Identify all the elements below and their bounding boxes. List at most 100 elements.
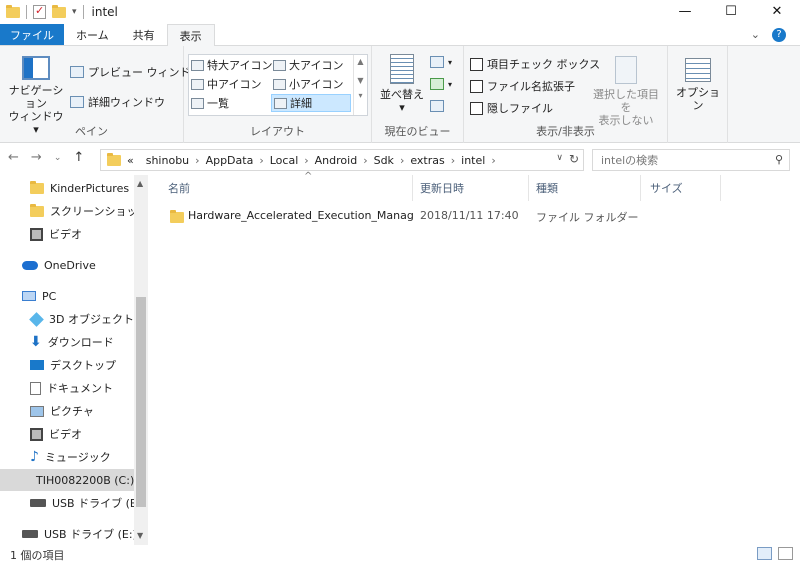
cloud-icon bbox=[22, 260, 38, 270]
new-folder-icon[interactable] bbox=[52, 4, 66, 18]
search-icon[interactable]: ⚲ bbox=[775, 153, 783, 166]
column-divider[interactable] bbox=[412, 175, 413, 201]
nav-item-onedrive[interactable]: OneDrive bbox=[22, 254, 96, 276]
large-icons-view-icon[interactable] bbox=[778, 547, 793, 560]
nav-item-3d-objects[interactable]: 3D オブジェクト bbox=[29, 308, 134, 330]
expand-gallery-icon[interactable]: ▾ bbox=[354, 91, 367, 100]
hidden-items-checkbox[interactable] bbox=[470, 101, 483, 115]
preview-pane-button[interactable]: プレビュー ウィンドウ bbox=[70, 64, 202, 80]
help-icon[interactable]: ? bbox=[772, 27, 786, 42]
size-columns-button[interactable] bbox=[430, 100, 444, 112]
nav-item-usb-drive-root[interactable]: USB ドライブ (E:) bbox=[22, 523, 137, 545]
nav-item-desktop[interactable]: デスクトップ bbox=[30, 354, 116, 376]
file-extensions-checkbox[interactable] bbox=[470, 79, 483, 93]
ribbon-tabs: ファイル ホーム 共有 表示 ⌄ ? bbox=[0, 24, 800, 47]
nav-item-label: デスクトップ bbox=[50, 359, 116, 372]
breadcrumb-item[interactable]: Sdk bbox=[374, 154, 394, 167]
breadcrumb-separator: › bbox=[259, 153, 264, 167]
column-header-size[interactable]: サイズ bbox=[650, 175, 720, 201]
maximize-button[interactable]: ☐ bbox=[708, 0, 754, 22]
customize-qat-icon[interactable]: ▾ bbox=[72, 7, 77, 17]
column-divider[interactable] bbox=[720, 175, 721, 201]
minimize-button[interactable]: — bbox=[662, 0, 708, 22]
scroll-down-icon[interactable]: ▼ bbox=[354, 76, 367, 85]
nav-item-kinderpictures[interactable]: KinderPictures bbox=[30, 177, 129, 199]
close-button[interactable]: ✕ bbox=[754, 0, 800, 22]
nav-item-pc[interactable]: PC bbox=[22, 285, 56, 307]
column-header-type[interactable]: 種類 bbox=[536, 175, 640, 201]
options-button[interactable]: オプション bbox=[672, 58, 724, 112]
properties-icon[interactable] bbox=[33, 4, 46, 19]
tab-view[interactable]: 表示 bbox=[166, 24, 215, 47]
options-group: オプション bbox=[668, 46, 728, 143]
details-pane-button[interactable]: 詳細ウィンドウ bbox=[70, 94, 165, 110]
hide-selected-button[interactable]: 選択した項目を 表示しない bbox=[588, 56, 664, 127]
back-icon[interactable]: ← bbox=[8, 150, 19, 165]
nav-item-screenshots[interactable]: スクリーンショット bbox=[30, 200, 148, 222]
scroll-up-icon[interactable]: ▲ bbox=[354, 57, 367, 66]
medium-icons-icon bbox=[191, 78, 204, 90]
column-header-name[interactable]: 名前 ^ bbox=[168, 171, 412, 201]
nav-item-label: 3D オブジェクト bbox=[49, 313, 134, 326]
layout-list[interactable]: 一覧 bbox=[191, 95, 229, 111]
file-row[interactable]: Hardware_Accelerated_Execution_Manag 201… bbox=[168, 205, 720, 227]
nav-item-videos-pc[interactable]: ビデオ bbox=[30, 423, 82, 445]
refresh-icon[interactable]: ↻ bbox=[569, 152, 579, 166]
breadcrumb-item[interactable]: Android bbox=[315, 154, 358, 167]
nav-item-videos[interactable]: ビデオ bbox=[30, 223, 82, 245]
nav-pane-scrollbar[interactable]: ▲ ▼ bbox=[134, 175, 148, 545]
file-extensions-toggle[interactable]: ファイル名拡張子 bbox=[470, 78, 575, 94]
column-divider[interactable] bbox=[640, 175, 641, 201]
nav-item-pictures[interactable]: ピクチャ bbox=[30, 400, 94, 422]
nav-item-drive-c[interactable]: TIH0082200B (C:) bbox=[0, 469, 134, 491]
nav-item-music[interactable]: ♪ ミュージック bbox=[30, 446, 111, 468]
layout-small-icons[interactable]: 小アイコン bbox=[273, 76, 343, 92]
breadcrumb-item[interactable]: intel bbox=[461, 154, 485, 167]
ribbon-collapse-icon[interactable]: ⌄ bbox=[751, 28, 760, 41]
address-overflow[interactable]: « bbox=[127, 154, 134, 167]
group-by-icon bbox=[430, 56, 444, 68]
breadcrumb-item[interactable]: extras bbox=[410, 154, 444, 167]
tab-file[interactable]: ファイル bbox=[0, 24, 64, 45]
breadcrumb-item[interactable]: AppData bbox=[206, 154, 254, 167]
hidden-items-toggle[interactable]: 隠しファイル bbox=[470, 100, 553, 116]
recent-locations-icon[interactable]: ⌄ bbox=[54, 153, 62, 163]
scrollbar-thumb[interactable] bbox=[136, 297, 146, 507]
add-columns-button[interactable]: ▾ bbox=[430, 78, 452, 90]
breadcrumb-item[interactable]: Local bbox=[270, 154, 299, 167]
tab-share[interactable]: 共有 bbox=[121, 24, 167, 45]
nav-item-downloads[interactable]: ⬇ ダウンロード bbox=[30, 331, 114, 353]
tab-home[interactable]: ホーム bbox=[64, 24, 121, 45]
chevron-down-icon: ▾ bbox=[448, 79, 453, 89]
folder-icon bbox=[170, 210, 184, 226]
address-dropdown-icon[interactable]: ∨ bbox=[556, 153, 563, 163]
layout-details[interactable]: 詳細 bbox=[271, 94, 351, 112]
sort-by-button[interactable]: 並べ替え ▾ bbox=[380, 54, 424, 114]
quick-access-toolbar: ▾ bbox=[0, 4, 84, 19]
details-view-icon[interactable] bbox=[757, 547, 772, 560]
layout-extra-large-icons[interactable]: 特大アイコン bbox=[191, 57, 272, 73]
layout-large-icons[interactable]: 大アイコン bbox=[273, 57, 343, 73]
forward-icon[interactable]: → bbox=[31, 150, 42, 165]
column-header-date[interactable]: 更新日時 bbox=[420, 175, 528, 201]
nav-item-documents[interactable]: ドキュメント bbox=[30, 377, 113, 399]
breadcrumb-item[interactable]: shinobu bbox=[146, 154, 189, 167]
nav-item-label: ドキュメント bbox=[47, 382, 113, 395]
separator bbox=[82, 5, 84, 19]
layout-medium-icons[interactable]: 中アイコン bbox=[191, 76, 261, 92]
item-checkboxes-toggle[interactable]: 項目チェック ボックス bbox=[470, 56, 600, 72]
current-view-group-label: 現在のビュー bbox=[384, 125, 451, 138]
item-checkboxes-checkbox[interactable] bbox=[470, 57, 483, 71]
scroll-down-icon[interactable]: ▼ bbox=[137, 531, 143, 540]
navigation-bar: ← → ⌄ ↑ « shinobu › AppData › Local › An… bbox=[0, 143, 800, 173]
group-by-button[interactable]: ▾ bbox=[430, 56, 452, 68]
layout-item-label: 小アイコン bbox=[289, 78, 344, 91]
up-icon[interactable]: ↑ bbox=[73, 150, 84, 165]
search-box[interactable]: intelの検索 ⚲ bbox=[592, 149, 790, 171]
nav-item-usb-drive[interactable]: USB ドライブ (E:) bbox=[30, 492, 145, 514]
pane-group: ナビゲーション ウィンドウ ▾ プレビュー ウィンドウ 詳細ウィンドウ ペイン bbox=[0, 46, 202, 143]
address-bar[interactable]: « shinobu › AppData › Local › Android › … bbox=[100, 149, 584, 171]
scroll-up-icon[interactable]: ▲ bbox=[137, 179, 143, 188]
layout-gallery-scroll[interactable]: ▲ ▼ ▾ bbox=[353, 55, 367, 115]
column-divider[interactable] bbox=[528, 175, 529, 201]
